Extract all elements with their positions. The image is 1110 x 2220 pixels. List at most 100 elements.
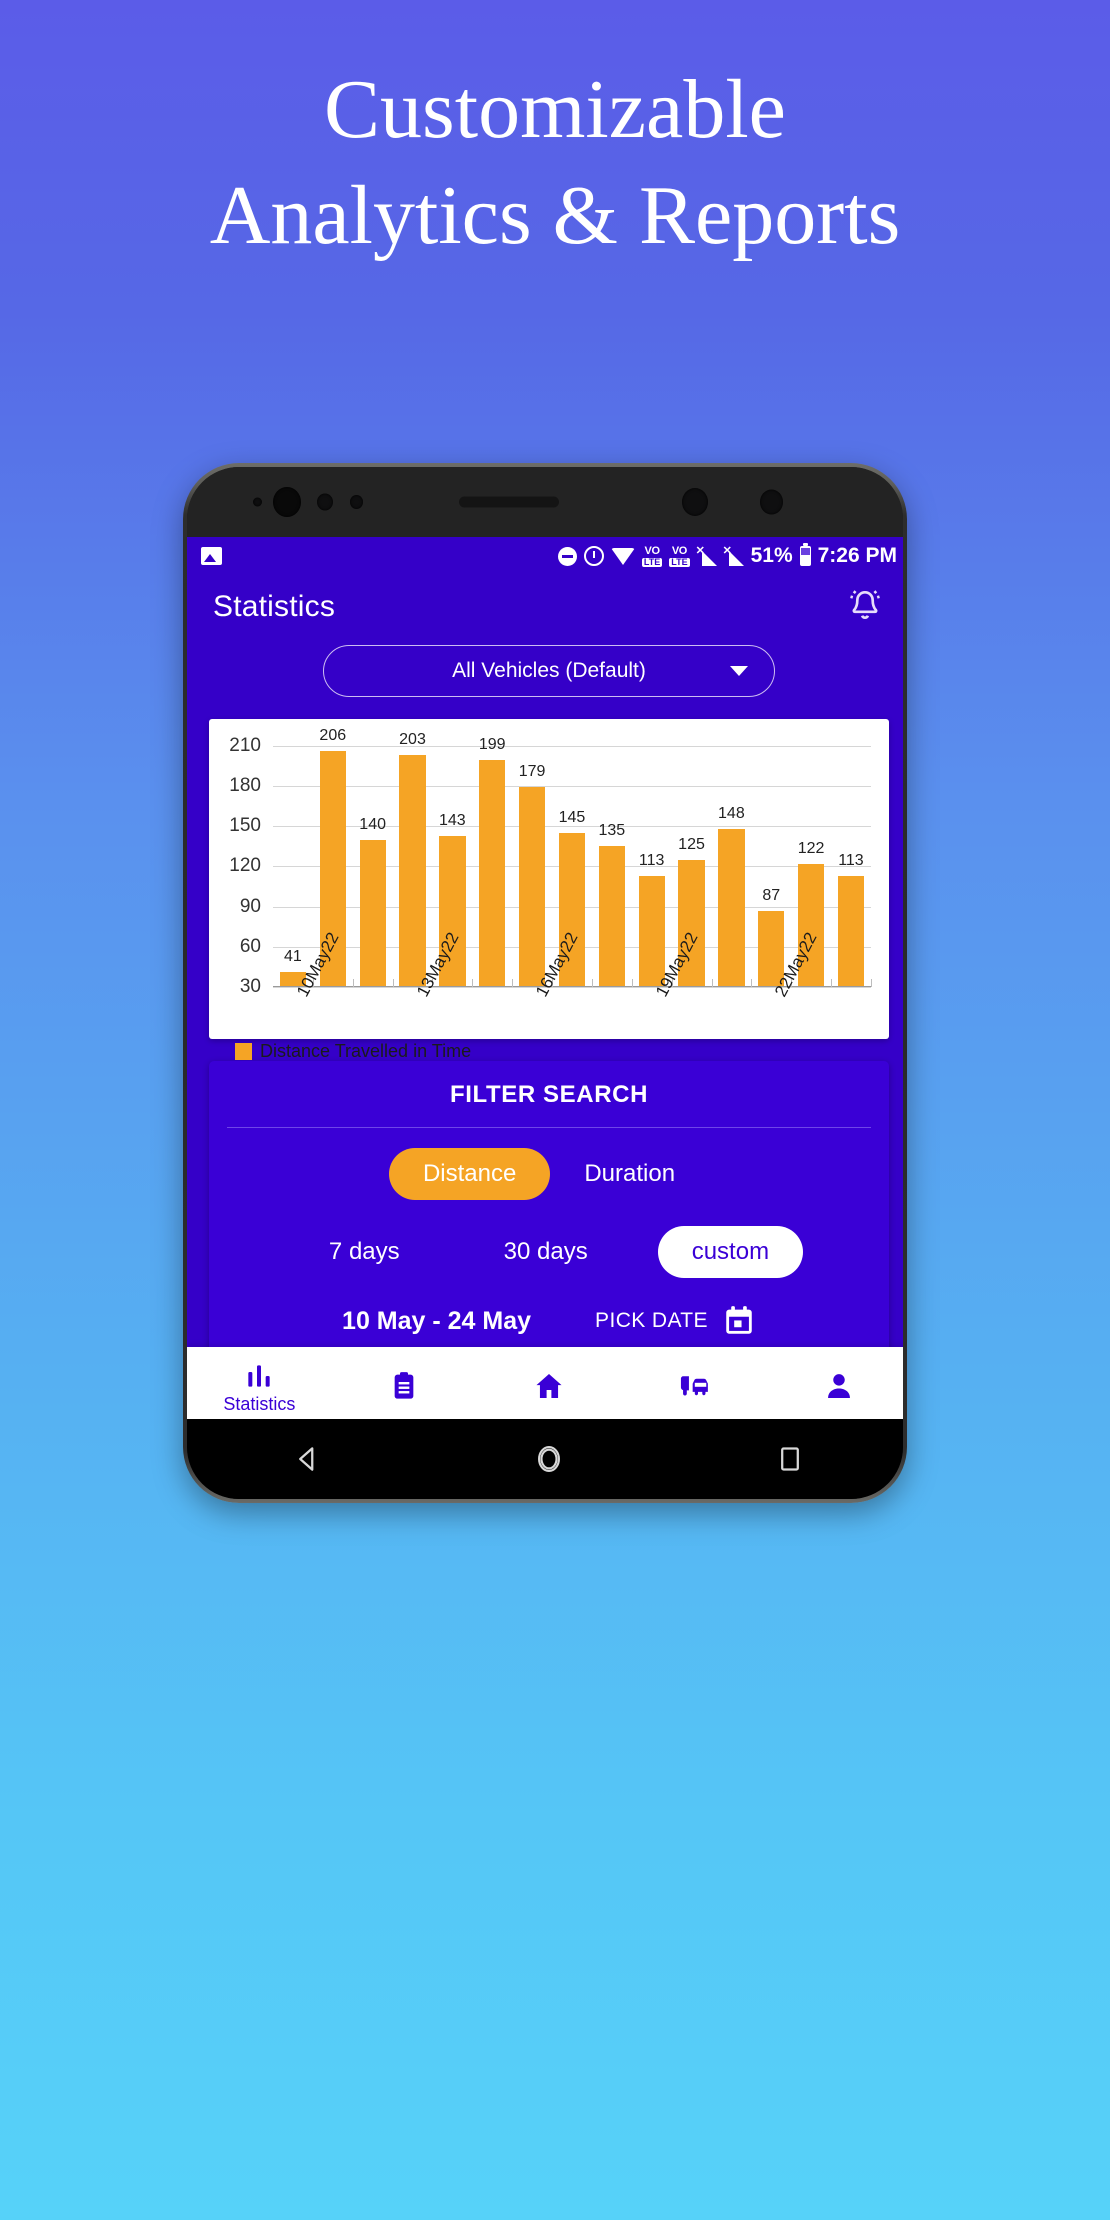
- chart-bar[interactable]: 113: [638, 852, 665, 987]
- chart-x-tick: [591, 979, 593, 987]
- chart-x-tick: [352, 979, 354, 987]
- chart-bar[interactable]: 140: [359, 816, 386, 987]
- chart-bar-cell[interactable]: 203: [393, 731, 433, 987]
- chart-bar[interactable]: 113: [837, 852, 865, 987]
- chart-bar-value-label: 140: [359, 815, 386, 833]
- sensor-dot-icon: [317, 493, 333, 511]
- chart-x-tick: [831, 979, 833, 987]
- chart-bar-cell[interactable]: 199: [472, 735, 512, 987]
- chart-bar-value-label: 125: [678, 835, 705, 853]
- chart-bar-cell[interactable]: 87: [751, 735, 791, 987]
- chart-bar-cell[interactable]: 41: [273, 735, 313, 987]
- headline-line-2: Analytics & Reports: [209, 169, 901, 262]
- vehicle-selector-value: All Vehicles (Default): [452, 659, 646, 682]
- clock-label: 7:26 PM: [817, 544, 897, 567]
- home-circle-icon[interactable]: [532, 1442, 566, 1476]
- chart-bar-cell[interactable]: 140: [353, 735, 393, 987]
- chart-bar-value-label: 87: [762, 886, 781, 904]
- chart-bar-value-label: 122: [797, 839, 825, 857]
- calendar-icon: [722, 1304, 756, 1338]
- tab-duration[interactable]: Duration: [550, 1148, 709, 1200]
- chart-x-tick: [871, 979, 872, 987]
- tab-custom[interactable]: custom: [657, 1226, 804, 1278]
- chart-bar-cell[interactable]: 113: [831, 735, 871, 987]
- sensor-dot-icon: [350, 495, 363, 509]
- distance-chart-card: 30 60 90 120 150 180 210 41 206 140 203 143 199 179 1…: [209, 719, 889, 1061]
- date-range-row: 10 May - 24 May PICK DATE: [209, 1304, 889, 1338]
- chart-y-tick-label: 60: [239, 935, 261, 957]
- sensor-dot-icon: [682, 488, 708, 516]
- chart-bar-cell[interactable]: 113: [632, 735, 672, 987]
- tab-30-days[interactable]: 30 days: [470, 1226, 622, 1278]
- nav-item-home[interactable]: [477, 1370, 622, 1404]
- chart-bar[interactable]: 179: [519, 763, 545, 987]
- range-tab-group: 7 days 30 days custom: [209, 1226, 889, 1278]
- bell-icon[interactable]: [845, 587, 885, 627]
- chart-x-tick: [472, 979, 474, 987]
- alarm-icon: [583, 546, 604, 566]
- chart-bar[interactable]: 148: [718, 805, 745, 987]
- chart-bar-value-label: 148: [718, 804, 745, 822]
- chart-y-tick-label: 30: [239, 976, 261, 997]
- front-camera-icon: [273, 487, 301, 517]
- nav-item-statistics[interactable]: Statistics: [187, 1360, 332, 1415]
- volte-sim1-icon: VO LTE: [641, 544, 663, 567]
- earpiece-speaker: [459, 496, 559, 508]
- sensor-dot-icon: [760, 489, 783, 515]
- filter-search-card: FILTER SEARCH Distance Duration 7 days 3…: [209, 1061, 889, 1360]
- image-icon: [201, 547, 222, 565]
- chart-bar-value-label: 113: [638, 851, 665, 869]
- legend-swatch-icon: [235, 1043, 252, 1060]
- vehicle-selector-dropdown[interactable]: All Vehicles (Default): [323, 645, 775, 697]
- page-title: Statistics: [213, 590, 336, 623]
- app-bar: Statistics: [187, 575, 903, 639]
- signal-sim2-icon: [723, 544, 744, 566]
- chart-bar[interactable]: 199: [479, 736, 506, 987]
- nav-item-profile[interactable]: [766, 1370, 903, 1404]
- chart-x-tick: [751, 979, 753, 987]
- filter-divider: [227, 1127, 871, 1128]
- chart-bar[interactable]: 203: [399, 731, 426, 987]
- signal-sim1-icon: [696, 544, 717, 566]
- chart-y-tick-label: 210: [229, 734, 261, 756]
- chart-y-tick-label: 150: [229, 815, 261, 837]
- tab-7-days[interactable]: 7 days: [295, 1226, 434, 1278]
- chart-bar-value-label: 199: [478, 736, 506, 754]
- metric-tab-group: Distance Duration: [209, 1148, 889, 1200]
- tab-distance[interactable]: Distance: [388, 1148, 551, 1200]
- chart-y-axis: 30 60 90 120 150 180 210: [217, 734, 267, 997]
- android-system-nav: [187, 1419, 903, 1499]
- chart-bar-value-label: 206: [319, 727, 347, 745]
- chart-x-tick: [711, 979, 713, 987]
- vehicle-icon: [680, 1376, 708, 1396]
- chart-bar-cell[interactable]: 148: [711, 735, 751, 987]
- pick-date-label: PICK DATE: [595, 1309, 708, 1332]
- wifi-icon: [610, 547, 635, 565]
- chart-x-tick: [631, 979, 633, 987]
- sensor-dot-icon: [253, 497, 262, 507]
- chart-bar[interactable]: 135: [598, 822, 625, 987]
- chart-x-tick: [392, 979, 394, 987]
- back-triangle-icon[interactable]: [291, 1442, 325, 1476]
- battery-icon: [799, 543, 811, 566]
- chart-bar-value-label: 41: [284, 948, 302, 966]
- legend-label: Distance Travelled in Time: [260, 1041, 472, 1061]
- phone-top-bezel: [187, 467, 903, 537]
- battery-percent-label: 51%: [750, 544, 793, 567]
- vehicle-selector-wrap: All Vehicles (Default): [187, 639, 903, 719]
- recents-square-icon[interactable]: [773, 1442, 807, 1476]
- chart-bar-cell[interactable]: 135: [592, 735, 632, 987]
- chart-legend: Distance Travelled in Time: [235, 1041, 879, 1062]
- chart-bar-cell[interactable]: 179: [512, 735, 552, 987]
- volte-sim2-icon: VO LTE: [669, 544, 690, 567]
- chart-x-tick: [512, 979, 514, 987]
- person-icon: [827, 1374, 850, 1398]
- nav-item-reports[interactable]: [332, 1370, 477, 1404]
- bottom-navigation: Statistics: [187, 1347, 903, 1427]
- chevron-down-icon: [730, 666, 748, 676]
- pick-date-button[interactable]: PICK DATE: [595, 1304, 756, 1338]
- scroll-content: 30 60 90 120 150 180 210 41 206 140 203 143 199 179 1…: [187, 719, 903, 1427]
- headline-line-1: Customizable: [324, 63, 786, 156]
- filter-search-title: FILTER SEARCH: [449, 1081, 649, 1108]
- nav-item-vehicles[interactable]: [621, 1370, 766, 1404]
